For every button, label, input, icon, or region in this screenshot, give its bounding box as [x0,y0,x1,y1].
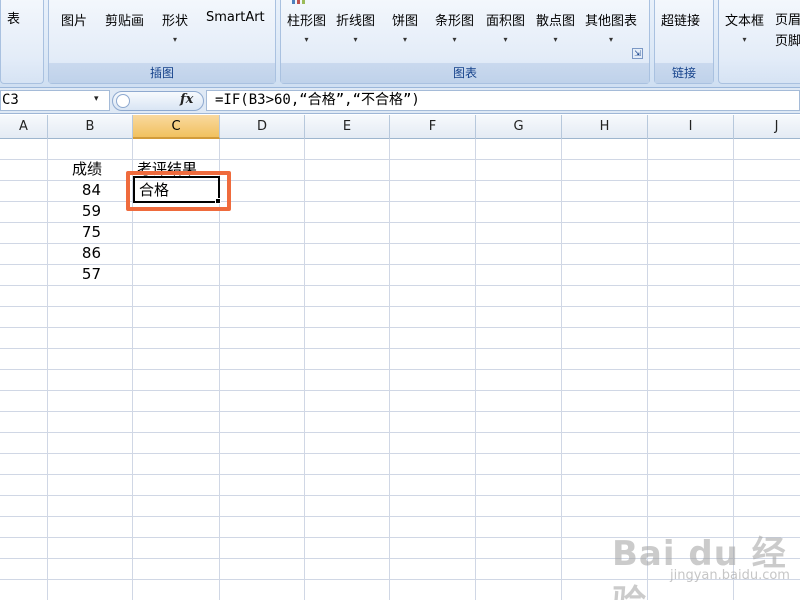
picture-button-label: 图片 [61,14,88,29]
insert-function-icon[interactable]: fx [180,92,193,107]
chevron-down-icon: ▾ [742,35,747,44]
column-chart-button[interactable]: 柱形图 ▾ [287,10,326,44]
chevron-down-icon: ▾ [304,35,309,44]
column-header-b[interactable]: B [48,115,133,139]
line-chart-button[interactable]: 折线图 ▾ [336,10,375,44]
chevron-down-icon: ▾ [452,35,457,44]
column-header-c[interactable]: C [133,115,220,139]
clipart-button[interactable]: 剪贴画 [105,10,144,29]
links-group-label: 链接 [655,63,713,83]
line-chart-label: 折线图 [336,14,376,29]
hyperlink-label: 超链接 [661,14,701,29]
textbox-button[interactable]: 文本框 ▾ [725,10,764,44]
column-header-g[interactable]: G [476,115,562,139]
scatter-chart-button[interactable]: 散点图 ▾ [536,10,575,44]
column-chart-icon [292,0,305,4]
cell-b4[interactable]: 59 [48,201,133,222]
column-header-i[interactable]: I [648,115,734,139]
ribbon: 表 图片 剪贴画 形状 ▾ SmartArt 插图 柱形图 ▾ 折线图 ▾ 饼图… [0,0,800,88]
column-gridline [561,139,562,600]
chevron-down-icon: ▾ [353,35,358,44]
other-charts-button[interactable]: 其他图表 ▾ [585,10,637,44]
formula-input[interactable]: =IF(B3>60,“合格”,“不合格”) [206,90,800,111]
shapes-button-label: 形状 [162,14,189,29]
pie-chart-label: 饼图 [392,14,419,29]
smartart-button[interactable]: SmartArt [206,10,265,25]
tables-group: 表 [0,0,44,84]
illustrations-group-label: 插图 [49,63,275,83]
watermark-brand: Bai du 经验 [612,534,787,600]
chevron-down-icon: ▾ [553,35,558,44]
clipart-button-label: 剪贴画 [105,14,145,29]
chart-dialog-launcher-icon[interactable]: ⇲ [632,48,643,59]
illustrations-group: 图片 剪贴画 形状 ▾ SmartArt 插图 [48,0,276,84]
column-gridline [475,139,476,600]
smartart-button-label: SmartArt [206,10,265,25]
scatter-chart-label: 散点图 [536,14,576,29]
hyperlink-button[interactable]: 超链接 [661,10,700,29]
column-header-row: ABCDEFGHIJ [0,115,800,139]
table-button-label: 表 [7,12,21,27]
bar-chart-label: 条形图 [435,14,475,29]
column-header-e[interactable]: E [305,115,390,139]
name-box-dropdown-icon[interactable]: ▾ [94,94,99,104]
picture-button[interactable]: 图片 [61,10,87,29]
shapes-button[interactable]: 形状 ▾ [162,10,188,44]
column-header-f[interactable]: F [390,115,476,139]
column-gridline [304,139,305,600]
other-charts-label: 其他图表 [585,14,638,29]
highlight-annotation [126,171,231,211]
header-footer-label-1: 页眉 [775,13,800,28]
splitter-knob-icon [116,94,130,108]
pie-chart-button[interactable]: 饼图 ▾ [392,10,418,44]
column-header-a[interactable]: A [0,115,48,139]
watermark-url: jingyan.baidu.com [670,568,790,583]
chevron-down-icon: ▾ [403,35,408,44]
formula-text: =IF(B3>60,“合格”,“不合格”) [215,92,420,108]
column-header-d[interactable]: D [220,115,305,139]
chevron-down-icon: ▾ [503,35,508,44]
cell-b2[interactable]: 成绩 [48,159,108,180]
formula-bar: C3 ▾ fx =IF(B3>60,“合格”,“不合格”) [0,88,800,114]
header-footer-button[interactable]: 页眉 页脚 [775,10,800,52]
column-chart-label: 柱形图 [287,14,327,29]
chevron-down-icon: ▾ [609,35,614,44]
charts-group: 柱形图 ▾ 折线图 ▾ 饼图 ▾ 条形图 ▾ 面积图 ▾ 散点图 ▾ 其他图表 … [280,0,650,84]
baidu-watermark: Bai du 经验 jingyan.baidu.com [612,512,800,600]
cell-b7[interactable]: 57 [48,264,133,285]
cell-b5[interactable]: 75 [48,222,133,243]
links-group: 超链接 链接 [654,0,714,84]
table-button-partial[interactable]: 表 [7,8,20,27]
textbox-label: 文本框 [725,14,765,29]
header-footer-label-2: 页脚 [775,34,800,49]
name-box-value: C3 [2,92,19,108]
column-header-j[interactable]: J [734,115,800,139]
chevron-down-icon: ▾ [173,35,178,44]
bar-chart-button[interactable]: 条形图 ▾ [435,10,474,44]
column-header-h[interactable]: H [562,115,648,139]
area-chart-label: 面积图 [486,14,526,29]
cell-b6[interactable]: 86 [48,243,133,264]
area-chart-button[interactable]: 面积图 ▾ [486,10,525,44]
cell-b3[interactable]: 84 [48,180,133,201]
text-group: 文本框 ▾ 页眉 页脚 [718,0,800,84]
charts-group-label: 图表 [281,63,649,83]
column-gridline [389,139,390,600]
